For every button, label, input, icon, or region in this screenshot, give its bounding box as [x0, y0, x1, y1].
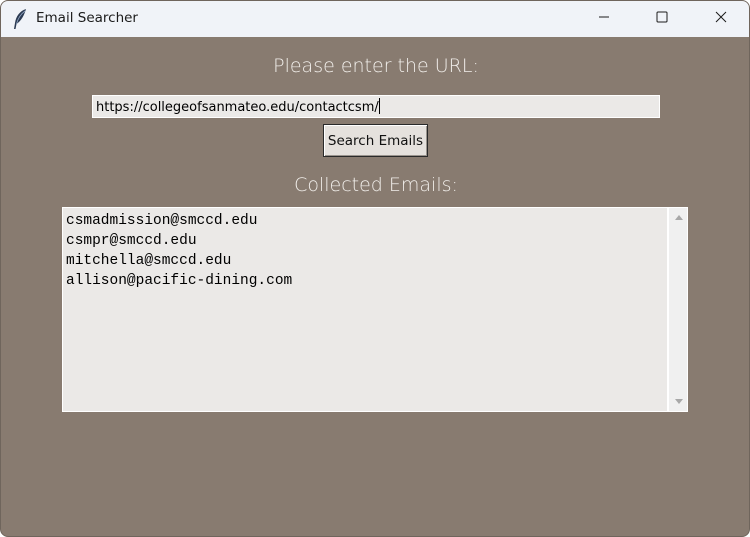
url-prompt-label: Please enter the URL:: [273, 55, 479, 77]
email-line: csmpr@smccd.edu: [66, 233, 197, 249]
title-bar[interactable]: Email Searcher: [1, 1, 749, 37]
app-window: Email Searcher Please enter the URL: htt…: [0, 0, 750, 537]
maximize-icon: [656, 10, 668, 28]
window-title: Email Searcher: [36, 10, 138, 26]
minimize-icon: [598, 10, 610, 28]
text-caret: [378, 98, 380, 114]
search-emails-button[interactable]: Search Emails: [323, 124, 428, 157]
maximize-button[interactable]: [639, 1, 685, 37]
chevron-down-icon[interactable]: [673, 396, 685, 408]
feather-icon: [12, 8, 28, 30]
search-emails-button-label: Search Emails: [327, 132, 424, 149]
email-line: mitchella@smccd.edu: [66, 253, 232, 269]
email-line: csmadmission@smccd.edu: [66, 213, 258, 229]
close-button[interactable]: [698, 1, 744, 37]
url-input[interactable]: https://collegeofsanmateo.edu/contactcsm…: [92, 95, 660, 118]
email-line: allison@pacific-dining.com: [66, 273, 293, 289]
emails-scrollbar[interactable]: [668, 207, 688, 412]
chevron-up-icon[interactable]: [673, 211, 685, 223]
minimize-button[interactable]: [581, 1, 627, 37]
collected-emails-label: Collected Emails:: [294, 174, 458, 196]
close-icon: [715, 10, 727, 28]
emails-text-area[interactable]: csmadmission@smccd.edu csmpr@smccd.edu m…: [62, 207, 668, 412]
url-input-value: https://collegeofsanmateo.edu/contactcsm…: [96, 100, 379, 115]
